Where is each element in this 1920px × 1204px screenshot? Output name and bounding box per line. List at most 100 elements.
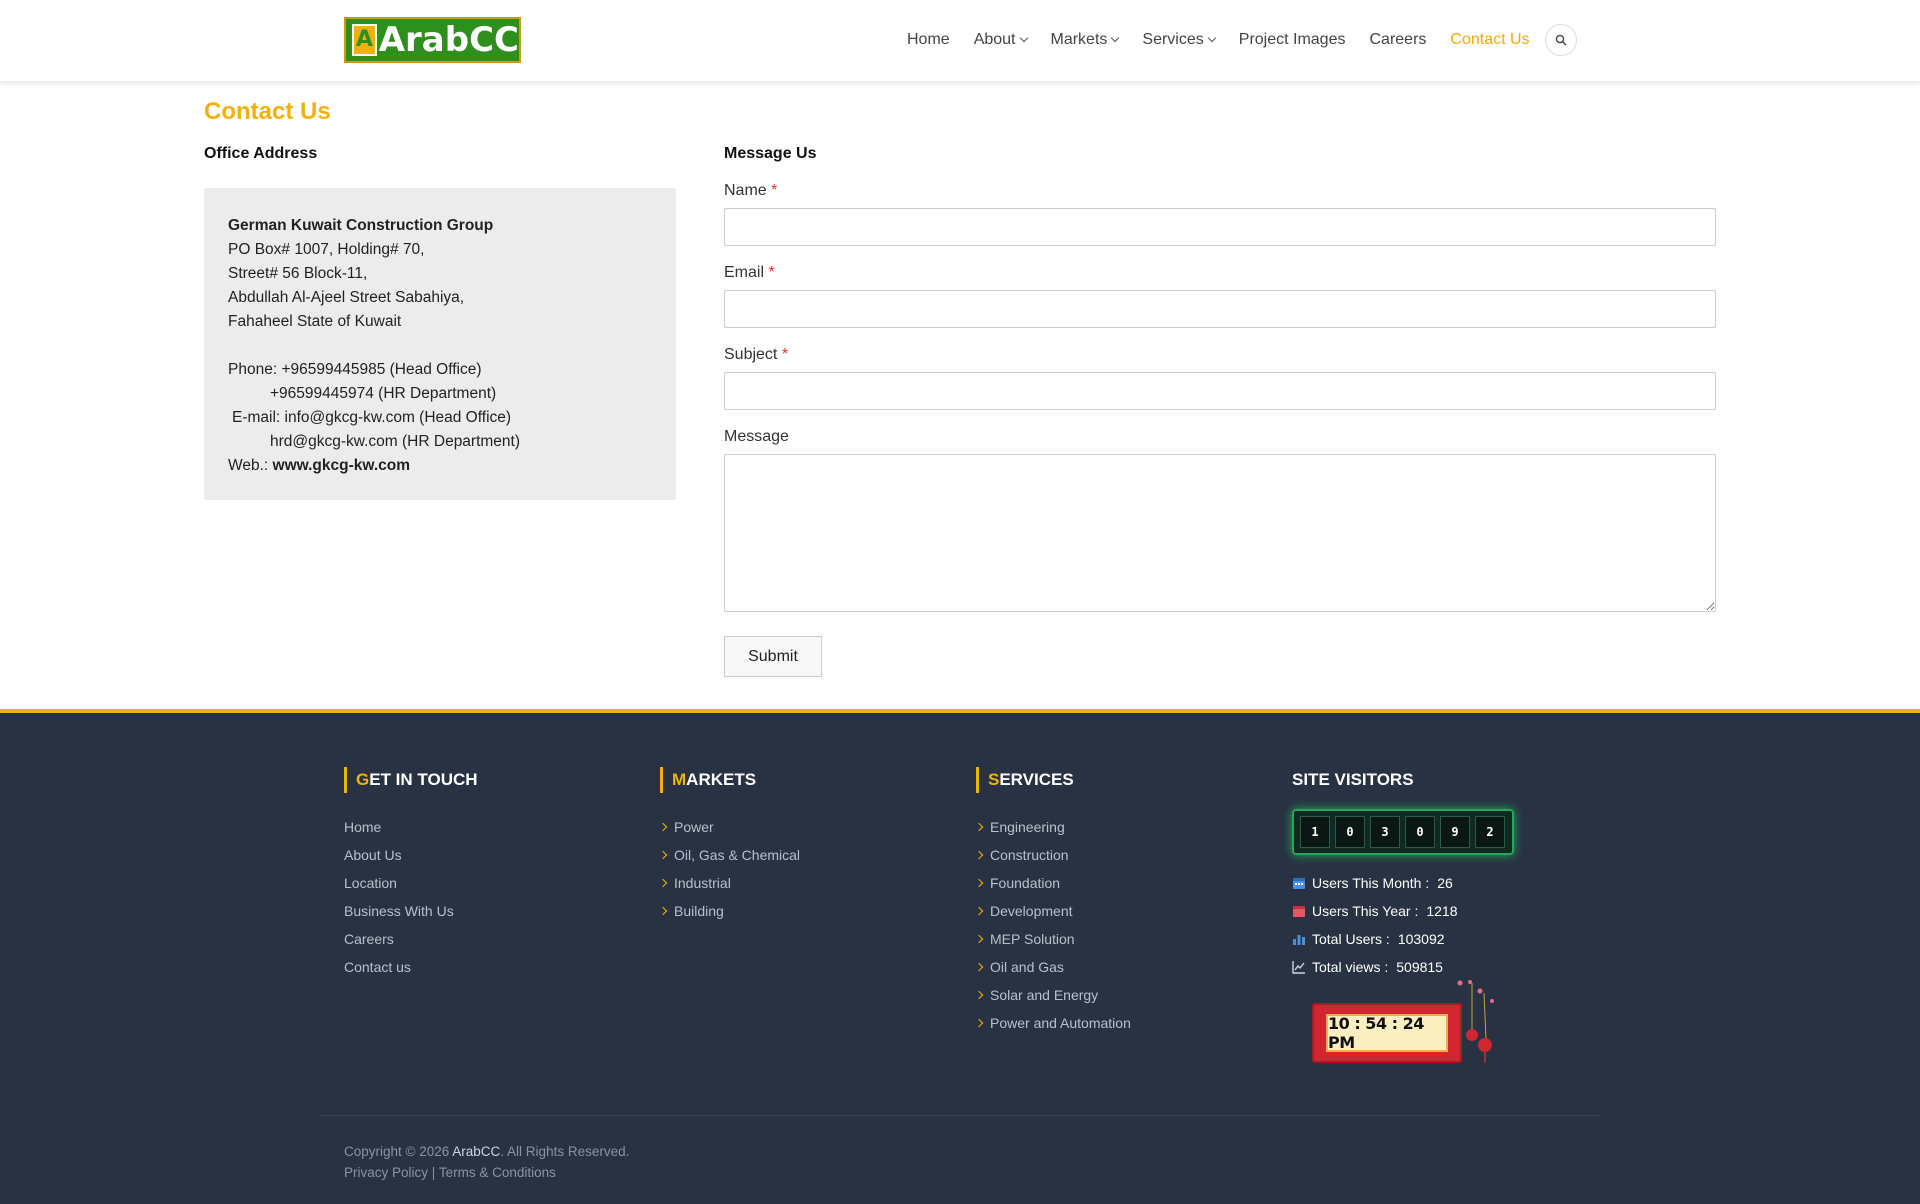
nav-markets[interactable]: Markets (1051, 31, 1120, 49)
stat-users-year: Users This Year :1218 (1292, 897, 1458, 925)
brand-link[interactable]: ArabCC (452, 1144, 500, 1159)
chevron-right-icon (658, 850, 668, 860)
chevron-right-icon (974, 962, 984, 972)
search-button[interactable] (1545, 24, 1577, 56)
footer-market-link[interactable]: Power (658, 813, 800, 841)
privacy-policy-link[interactable]: Privacy Policy (344, 1165, 428, 1180)
footer-service-link[interactable]: Power and Automation (974, 1009, 1131, 1037)
email-input[interactable] (724, 290, 1716, 328)
subject-input[interactable] (724, 372, 1716, 410)
site-visitors-heading: SITE VISITORS (1292, 770, 1414, 789)
main-nav: Home About Markets Services Project Imag… (907, 28, 1554, 52)
nav-careers[interactable]: Careers (1369, 31, 1426, 49)
chevron-down-icon (1019, 33, 1028, 43)
required-mark: * (768, 264, 775, 281)
chevron-down-icon (1207, 33, 1217, 43)
message-us-heading: Message Us (724, 145, 817, 162)
email-line: E-mail: info@gkcg-kw.com (Head Office) (232, 409, 512, 426)
stat-total-views: Total views :509815 (1292, 953, 1458, 981)
footer-service-link[interactable]: Engineering (974, 813, 1131, 841)
nav-home[interactable]: Home (907, 31, 950, 49)
footer-service-link[interactable]: Foundation (974, 869, 1131, 897)
chevron-right-icon (658, 906, 668, 916)
counter-digit: 9 (1440, 816, 1470, 848)
stat-total-users: Total Users :103092 (1292, 925, 1458, 953)
chevron-right-icon (974, 934, 984, 944)
get-in-touch-heading: GET IN TOUCH (344, 767, 478, 793)
footer-link-careers[interactable]: Careers (344, 925, 454, 953)
chevron-right-icon (974, 878, 984, 888)
message-label: Message (724, 428, 789, 445)
footer-service-link[interactable]: Oil and Gas (974, 953, 1131, 981)
search-icon (1555, 34, 1567, 46)
chevron-down-icon (1111, 33, 1120, 43)
footer-link-business[interactable]: Business With Us (344, 897, 454, 925)
chevron-right-icon (658, 878, 668, 888)
get-in-touch-links: Home About Us Location Business With Us … (344, 813, 454, 981)
markets-links: Power Oil, Gas & Chemical Industrial Bui… (658, 813, 800, 925)
arabcc-logo[interactable]: A ArabCC (344, 17, 521, 63)
chevron-right-icon (974, 822, 984, 832)
email-head-office[interactable]: info@gkcg-kw.com (Head Office) (285, 409, 512, 426)
phone-line: Phone: +96599445985 (Head Office) (228, 361, 482, 378)
visitor-counter: 1 0 3 0 9 2 (1292, 809, 1514, 855)
page-title: Contact Us (204, 98, 331, 125)
footer-market-link[interactable]: Industrial (658, 869, 800, 897)
chevron-right-icon (658, 822, 668, 832)
counter-digit: 1 (1300, 816, 1330, 848)
lantern-decoration-icon (1457, 980, 1494, 1063)
chevron-right-icon (974, 1018, 984, 1028)
chevron-right-icon (974, 990, 984, 1000)
bar-chart-icon (1293, 935, 1305, 945)
nav-project-images[interactable]: Project Images (1239, 31, 1346, 49)
chevron-right-icon (974, 850, 984, 860)
phone-head-office[interactable]: +96599445985 (Head Office) (281, 361, 481, 378)
footer-market-link[interactable]: Oil, Gas & Chemical (658, 841, 800, 869)
footer-market-link[interactable]: Building (658, 897, 800, 925)
footer-service-link[interactable]: Construction (974, 841, 1131, 869)
stat-users-month: Users This Month :26 (1292, 869, 1458, 897)
copyright: Copyright © 2026 ArabCC. All Rights Rese… (344, 1144, 630, 1180)
message-textarea[interactable] (724, 454, 1716, 612)
chevron-right-icon (974, 906, 984, 916)
footer-service-link[interactable]: Development (974, 897, 1131, 925)
email-hr[interactable]: hrd@gkcg-kw.com (HR Department) (228, 430, 652, 454)
footer-link-home[interactable]: Home (344, 813, 454, 841)
phone-hr[interactable]: +96599445974 (HR Department) (228, 382, 652, 406)
office-address-heading: Office Address (204, 145, 318, 162)
terms-link[interactable]: Terms & Conditions (439, 1165, 556, 1180)
email-label: Email * (724, 264, 775, 281)
required-mark: * (771, 182, 778, 199)
footer-link-location[interactable]: Location (344, 869, 454, 897)
website-link[interactable]: www.gkcg-kw.com (273, 457, 411, 474)
site-footer: GET IN TOUCH Home About Us Location Busi… (0, 709, 1920, 1204)
nav-contact-us[interactable]: Contact Us (1450, 31, 1529, 49)
submit-button[interactable]: Submit (724, 636, 822, 677)
footer-link-contact[interactable]: Contact us (344, 953, 454, 981)
services-links: Engineering Construction Foundation Deve… (974, 813, 1131, 1037)
logo-mark-icon: A (352, 24, 377, 56)
line-chart-icon (1292, 961, 1305, 974)
name-input[interactable] (724, 208, 1716, 246)
nav-about[interactable]: About (974, 31, 1028, 49)
subject-label: Subject * (724, 346, 789, 363)
counter-digit: 2 (1475, 816, 1505, 848)
markets-heading: MARKETS (660, 767, 756, 793)
nav-services[interactable]: Services (1142, 31, 1217, 49)
name-label: Name * (724, 182, 778, 199)
logo-text: ArabCC (378, 20, 519, 60)
required-mark: * (781, 346, 789, 363)
counter-digit: 3 (1370, 816, 1400, 848)
footer-link-about-us[interactable]: About Us (344, 841, 454, 869)
counter-digit: 0 (1335, 816, 1365, 848)
web-line: Web.: www.gkcg-kw.com (228, 457, 411, 474)
address-line: PO Box# 1007, Holding# 70, (228, 241, 425, 258)
clock-time: 10 : 54 : 24 PM (1326, 1014, 1448, 1052)
site-header: A ArabCC Home About Markets Services Pro… (0, 0, 1920, 81)
footer-service-link[interactable]: Solar and Energy (974, 981, 1131, 1009)
footer-divider (320, 1115, 1600, 1116)
footer-service-link[interactable]: MEP Solution (974, 925, 1131, 953)
address-line: Fahaheel State of Kuwait (228, 313, 402, 330)
services-heading: SERVICES (976, 767, 1074, 793)
visitor-stats: Users This Month :26 Users This Year :12… (1292, 869, 1458, 981)
